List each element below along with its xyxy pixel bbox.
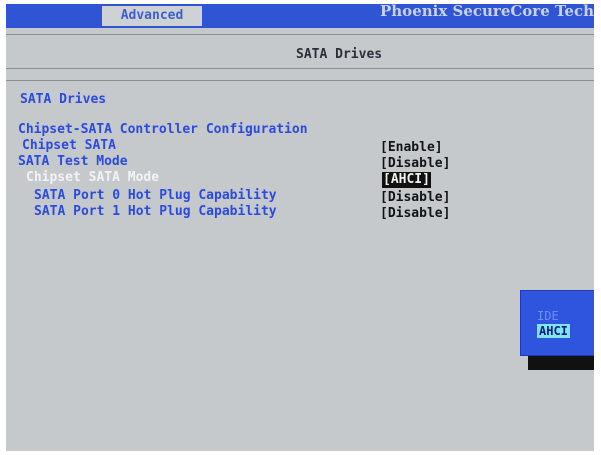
setting-value-sata-port-0-hot-plug[interactable]: [Disable] <box>380 190 450 206</box>
divider <box>6 34 594 35</box>
setting-value-chipset-sata[interactable]: [Enable] <box>380 140 443 156</box>
popup-option-ahci[interactable]: AHCI <box>537 324 570 338</box>
bios-screen: Advanced Phoenix SecureCore Tech SATA Dr… <box>6 4 594 451</box>
setting-label-sata-port-0-hot-plug[interactable]: SATA Port 0 Hot Plug Capability <box>34 188 277 204</box>
brand-text: Phoenix SecureCore Tech <box>380 4 594 18</box>
setting-label-sata-port-1-hot-plug[interactable]: SATA Port 1 Hot Plug Capability <box>34 204 277 220</box>
setting-label-sata-test-mode[interactable]: SATA Test Mode <box>18 154 128 170</box>
popup-option-ide[interactable]: IDE <box>537 309 559 323</box>
group-title: Chipset-SATA Controller Configuration <box>18 122 308 137</box>
sata-mode-popup: IDE AHCI <box>520 290 594 356</box>
setting-value-chipset-sata-mode[interactable]: [AHCI] <box>382 172 431 188</box>
divider <box>6 80 594 81</box>
menu-bar: Advanced Phoenix SecureCore Tech <box>6 4 594 28</box>
setting-label-chipset-sata[interactable]: Chipset SATA <box>22 138 116 154</box>
section-title: SATA Drives <box>20 92 107 107</box>
page-title: SATA Drives <box>296 47 383 62</box>
setting-value-sata-test-mode[interactable]: [Disable] <box>380 156 450 172</box>
divider <box>6 68 594 69</box>
tab-advanced[interactable]: Advanced <box>102 6 202 26</box>
setting-value-sata-port-1-hot-plug[interactable]: [Disable] <box>380 206 450 222</box>
setting-label-chipset-sata-mode[interactable]: Chipset SATA Mode <box>26 170 159 186</box>
